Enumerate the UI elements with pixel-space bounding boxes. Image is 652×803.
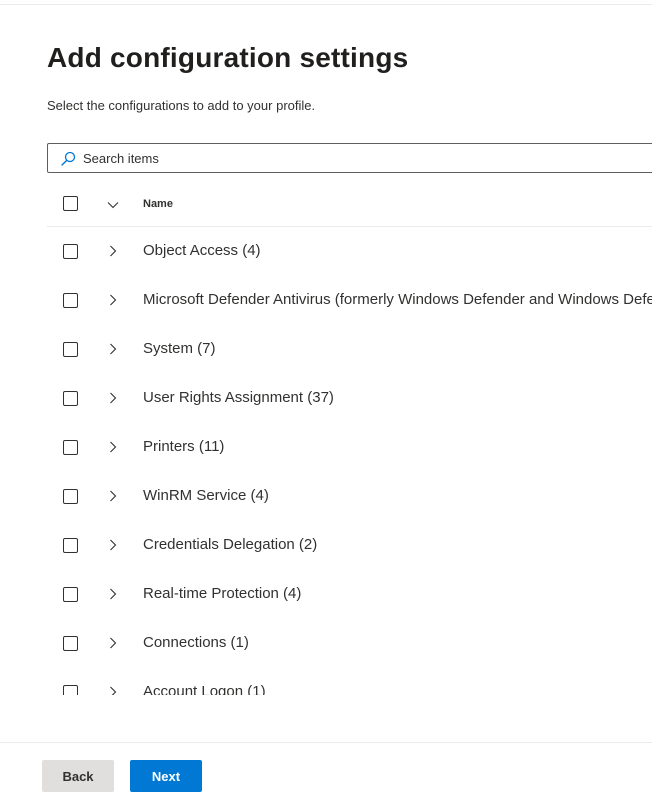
list-item[interactable]: Connections (1) (47, 619, 652, 668)
select-all-checkbox[interactable] (63, 196, 78, 211)
chevron-right-icon[interactable] (106, 342, 120, 356)
next-button[interactable]: Next (130, 760, 202, 792)
row-checkbox[interactable] (63, 391, 78, 406)
row-checkbox[interactable] (63, 587, 78, 602)
list-item[interactable]: Real-time Protection (4) (47, 570, 652, 619)
footer-divider (0, 742, 652, 743)
row-checkbox[interactable] (63, 538, 78, 553)
page-subtitle: Select the configurations to add to your… (47, 98, 316, 113)
list-item-label: System (7) (143, 340, 216, 357)
chevron-right-icon[interactable] (106, 685, 120, 695)
chevron-right-icon[interactable] (106, 391, 120, 405)
row-checkbox[interactable] (63, 342, 78, 357)
chevron-right-icon[interactable] (106, 489, 120, 503)
list-item[interactable]: Printers (11) (47, 423, 652, 472)
list-item-label: Object Access (4) (143, 242, 261, 259)
row-checkbox[interactable] (63, 244, 78, 259)
list-item-label: Printers (11) (143, 438, 225, 455)
row-checkbox[interactable] (63, 685, 78, 695)
chevron-right-icon[interactable] (106, 244, 120, 258)
list-item-label: Credentials Delegation (2) (143, 536, 318, 553)
chevron-right-icon[interactable] (106, 440, 120, 454)
page-title: Add configuration settings (47, 42, 409, 73)
chevron-right-icon[interactable] (106, 293, 120, 307)
top-divider (0, 4, 652, 5)
list-item-label: Account Logon (1) (143, 683, 266, 695)
chevron-right-icon[interactable] (106, 538, 120, 552)
row-checkbox[interactable] (63, 293, 78, 308)
list-item-label: Connections (1) (143, 634, 249, 651)
list-item[interactable]: Account Logon (1) (47, 668, 652, 695)
column-header-name[interactable]: Name (143, 198, 173, 210)
settings-list: Object Access (4) Microsoft Defender Anti… (47, 227, 652, 695)
list-item[interactable]: System (7) (47, 325, 652, 374)
back-button[interactable]: Back (42, 760, 114, 792)
list-item-label: Microsoft Defender Antivirus (formerly W… (143, 291, 652, 308)
add-configuration-settings-panel: Add configuration settings Select the co… (0, 0, 652, 803)
list-item[interactable]: Microsoft Defender Antivirus (formerly W… (47, 276, 652, 325)
list-item-label: Real-time Protection (4) (143, 585, 302, 602)
list-item[interactable]: Credentials Delegation (2) (47, 521, 652, 570)
search-box[interactable] (47, 143, 652, 173)
row-checkbox[interactable] (63, 489, 78, 504)
search-input[interactable] (83, 144, 643, 172)
list-item[interactable]: WinRM Service (4) (47, 472, 652, 521)
list-item-label: User Rights Assignment (37) (143, 389, 334, 406)
table-header: Name (47, 184, 652, 227)
list-item[interactable]: User Rights Assignment (37) (47, 374, 652, 423)
chevron-right-icon[interactable] (106, 636, 120, 650)
row-checkbox[interactable] (63, 440, 78, 455)
list-item[interactable]: Object Access (4) (47, 227, 652, 276)
search-icon (61, 151, 76, 166)
chevron-down-icon[interactable] (106, 198, 120, 212)
chevron-right-icon[interactable] (106, 587, 120, 601)
row-checkbox[interactable] (63, 636, 78, 651)
list-item-label: WinRM Service (4) (143, 487, 269, 504)
